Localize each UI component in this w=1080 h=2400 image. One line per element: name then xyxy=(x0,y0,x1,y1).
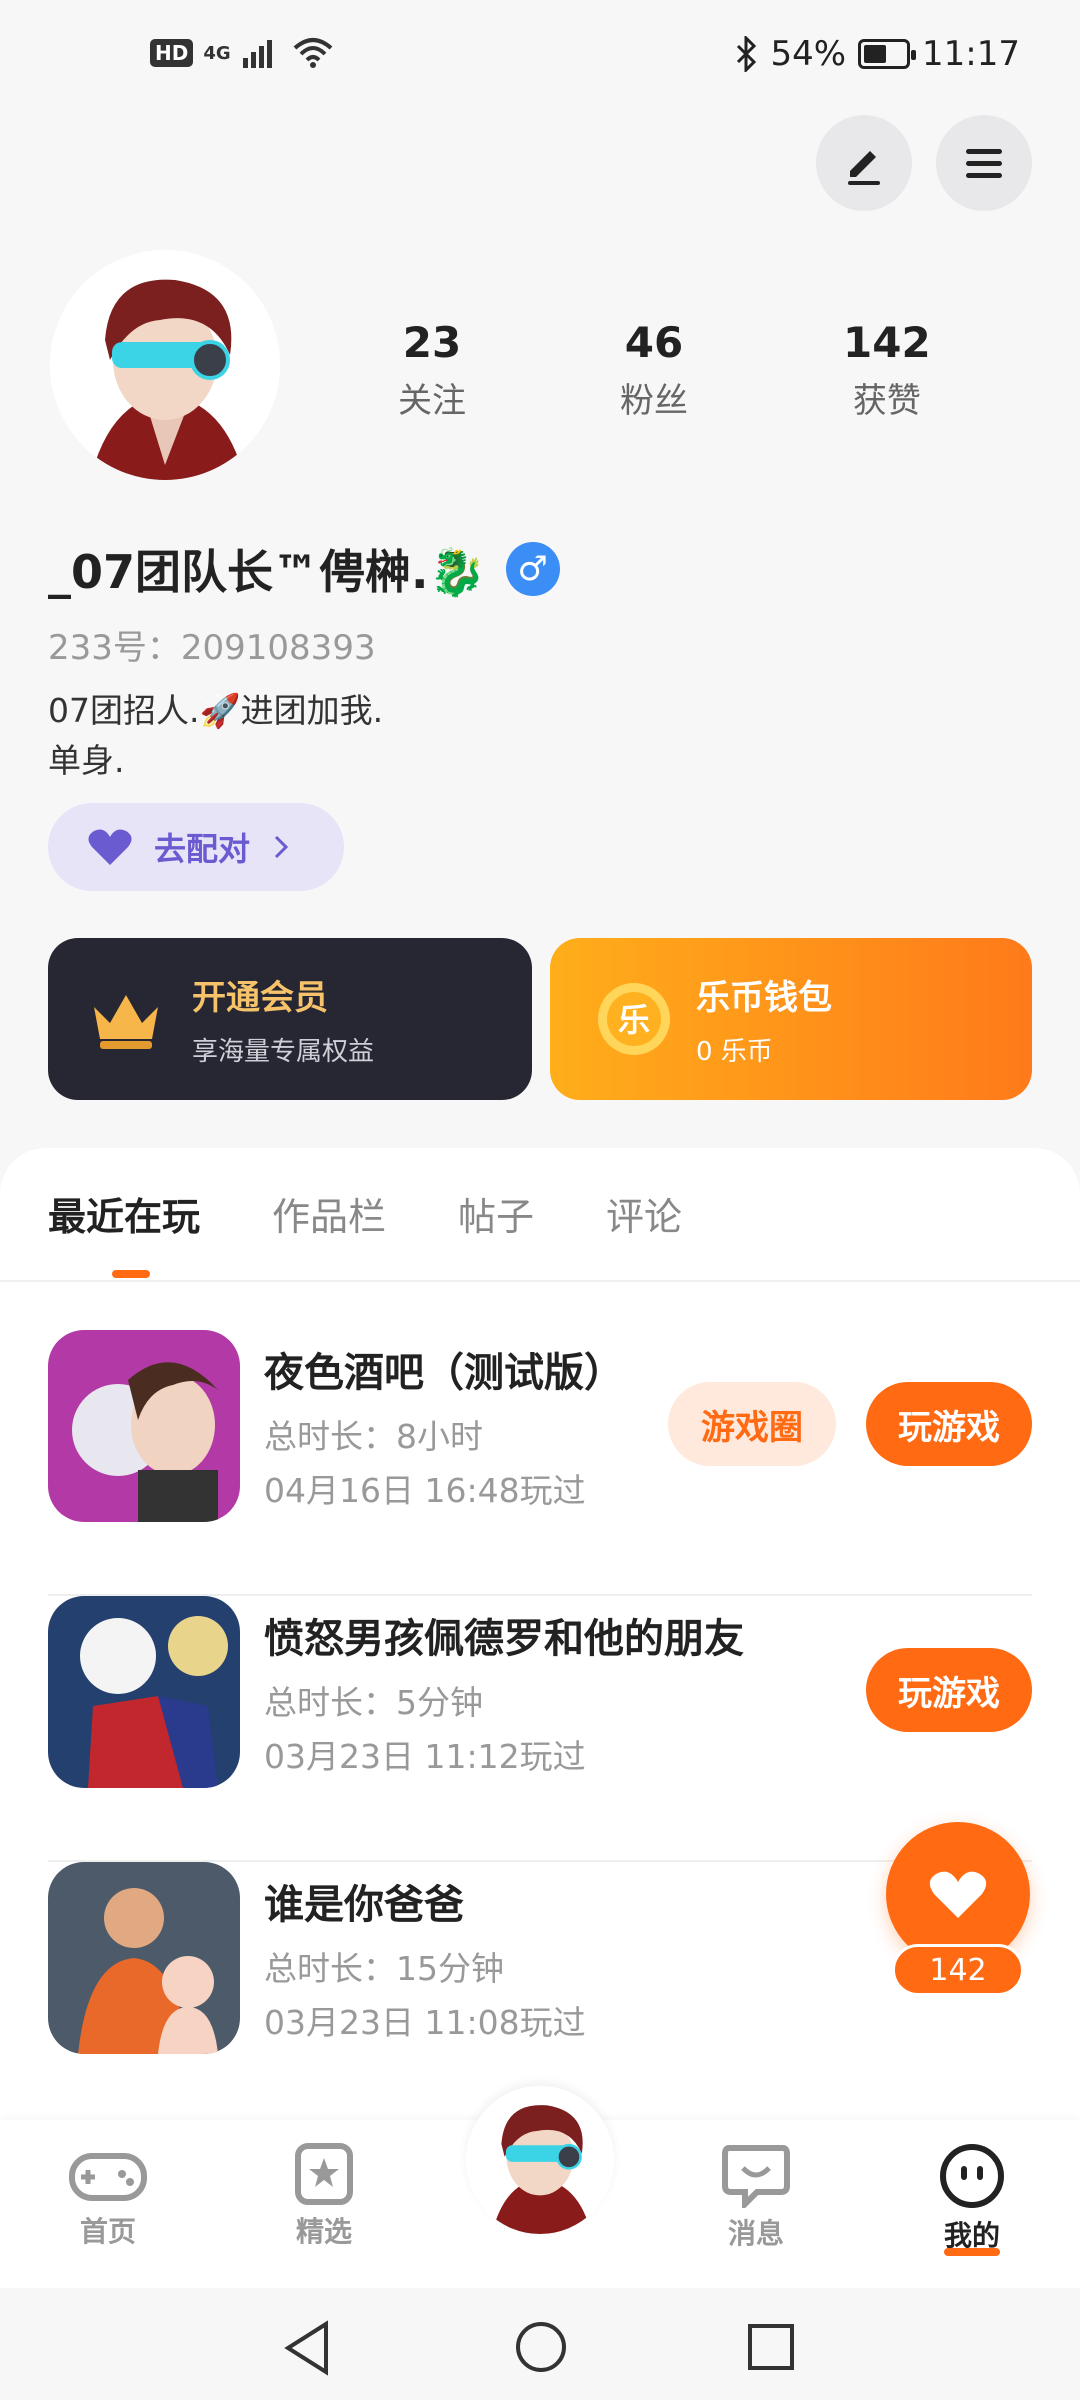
game-played-1: 04月16日 16:48玩过 xyxy=(264,1471,586,1510)
game-duration-1: 总时长：8小时 xyxy=(264,1417,483,1456)
username-row: _07团队长™俜榊.🐉 ♂ xyxy=(48,536,560,602)
back-icon[interactable] xyxy=(282,2320,332,2376)
coin-glyph: 乐 xyxy=(618,1001,650,1039)
avatar[interactable] xyxy=(50,250,280,480)
vip-title: 开通会员 xyxy=(192,978,328,1018)
match-label: 去配对 xyxy=(154,830,251,868)
game-duration-3: 总时长：15分钟 xyxy=(264,1949,504,1988)
avatar-image xyxy=(50,250,280,480)
nav-featured-label: 精选 xyxy=(295,2215,352,2248)
followers-count: 46 xyxy=(624,318,684,367)
username: _07团队长™俜榊.🐉 xyxy=(48,545,486,599)
game-played-2: 03月23日 11:12玩过 xyxy=(264,1737,586,1776)
bio: 07团招人.🚀进团加我. 单身. xyxy=(48,686,383,786)
gender-male-icon: ♂ xyxy=(505,542,560,596)
stat-following[interactable]: 23 关注 xyxy=(398,318,466,422)
bio-line-2: 单身. xyxy=(48,741,125,780)
play-game-button-2[interactable]: 玩游戏 xyxy=(866,1648,1032,1732)
like-fab[interactable]: 142 xyxy=(886,1822,1030,2002)
menu-button[interactable] xyxy=(936,115,1032,211)
stat-likes[interactable]: 142 获赞 xyxy=(843,318,931,422)
star-badge-icon xyxy=(295,2143,353,2205)
heart-icon xyxy=(88,829,132,865)
coin-icon: 乐 xyxy=(598,983,670,1055)
match-button[interactable]: 去配对 xyxy=(48,803,344,891)
nav-active-indicator xyxy=(944,2248,1000,2256)
gamepad-icon xyxy=(69,2153,147,2201)
tab-posts[interactable]: 帖子 xyxy=(458,1186,534,1241)
crown-icon xyxy=(94,995,158,1049)
menu-icon xyxy=(966,149,1002,178)
vip-card[interactable]: 开通会员 享海量专属权益 xyxy=(48,938,532,1100)
nav-home[interactable]: 首页 xyxy=(38,2142,178,2250)
bluetooth-icon xyxy=(737,36,757,72)
tab-bar: 最近在玩 作品栏 帖子 评论 xyxy=(48,1186,682,1241)
game-circle-button[interactable]: 游戏圈 xyxy=(668,1382,836,1466)
user-id: 233号：209108393 xyxy=(48,628,376,668)
game-duration-2: 总时长：5分钟 xyxy=(264,1683,483,1722)
play-game-button-1[interactable]: 玩游戏 xyxy=(866,1382,1032,1466)
following-label: 关注 xyxy=(398,381,466,421)
heart-icon xyxy=(929,1871,987,1918)
game-icon-2[interactable] xyxy=(48,1596,240,1788)
smiley-face-icon xyxy=(940,2144,1004,2208)
chevron-right-icon xyxy=(274,835,289,859)
nav-messages-label: 消息 xyxy=(727,2217,784,2250)
edit-profile-button[interactable] xyxy=(816,115,912,211)
message-icon xyxy=(722,2145,790,2208)
wallet-card[interactable]: 乐 乐币钱包 0 乐币 xyxy=(550,938,1032,1100)
likes-label: 获赞 xyxy=(852,381,921,421)
game-icon-1[interactable] xyxy=(48,1330,240,1522)
following-count: 23 xyxy=(402,318,462,367)
tab-divider xyxy=(0,1280,1080,1282)
wallet-title: 乐币钱包 xyxy=(696,978,832,1018)
hd-badge: HD xyxy=(150,39,194,67)
game-title-2: 愤怒男孩佩德罗和他的朋友 xyxy=(264,1616,744,1662)
nav-center-avatar[interactable] xyxy=(466,2086,614,2234)
game-title-3: 谁是你爸爸 xyxy=(264,1882,464,1928)
network-type: 4G xyxy=(203,42,231,64)
edit-icon xyxy=(848,151,880,185)
like-count: 142 xyxy=(892,1944,1024,1996)
game-icon-3[interactable] xyxy=(48,1862,240,2054)
game-played-3: 03月23日 11:08玩过 xyxy=(264,2003,586,2042)
game-title-1: 夜色酒吧（测试版） xyxy=(264,1350,624,1396)
battery-icon xyxy=(858,39,917,69)
tab-works[interactable]: 作品栏 xyxy=(272,1186,386,1241)
game-row-1[interactable]: 夜色酒吧（测试版） 总时长：8小时 04月16日 16:48玩过 游戏圈 玩游戏 xyxy=(48,1330,1032,1596)
recents-icon[interactable] xyxy=(746,2322,796,2372)
battery-percent: 54% xyxy=(770,34,847,74)
tab-indicator xyxy=(112,1270,150,1278)
signal-icon xyxy=(242,40,272,68)
home-icon[interactable] xyxy=(514,2320,568,2374)
tab-recent[interactable]: 最近在玩 xyxy=(48,1186,200,1241)
system-nav-bar xyxy=(0,2288,1080,2400)
tab-comments[interactable]: 评论 xyxy=(606,1186,682,1241)
nav-mine[interactable]: 我的 xyxy=(902,2142,1042,2256)
nav-home-label: 首页 xyxy=(79,2215,136,2248)
nav-messages[interactable]: 消息 xyxy=(686,2142,826,2252)
likes-count: 142 xyxy=(843,318,931,367)
nav-featured[interactable]: 精选 xyxy=(254,2142,394,2250)
stat-followers[interactable]: 46 粉丝 xyxy=(620,318,688,422)
wallet-balance: 0 乐币 xyxy=(696,1037,773,1067)
center-avatar-image xyxy=(466,2086,614,2234)
followers-label: 粉丝 xyxy=(620,381,688,421)
bio-line-1: 07团招人.🚀进团加我. xyxy=(48,691,384,730)
vip-subtitle: 享海量专属权益 xyxy=(192,1037,375,1067)
status-bar: HD 4G 54% 11:17 xyxy=(0,0,1080,120)
wifi-icon xyxy=(293,38,332,68)
clock: 11:17 xyxy=(922,34,1020,74)
game-row-2[interactable]: 愤怒男孩佩德罗和他的朋友 总时长：5分钟 03月23日 11:12玩过 玩游戏 xyxy=(48,1596,1032,1862)
